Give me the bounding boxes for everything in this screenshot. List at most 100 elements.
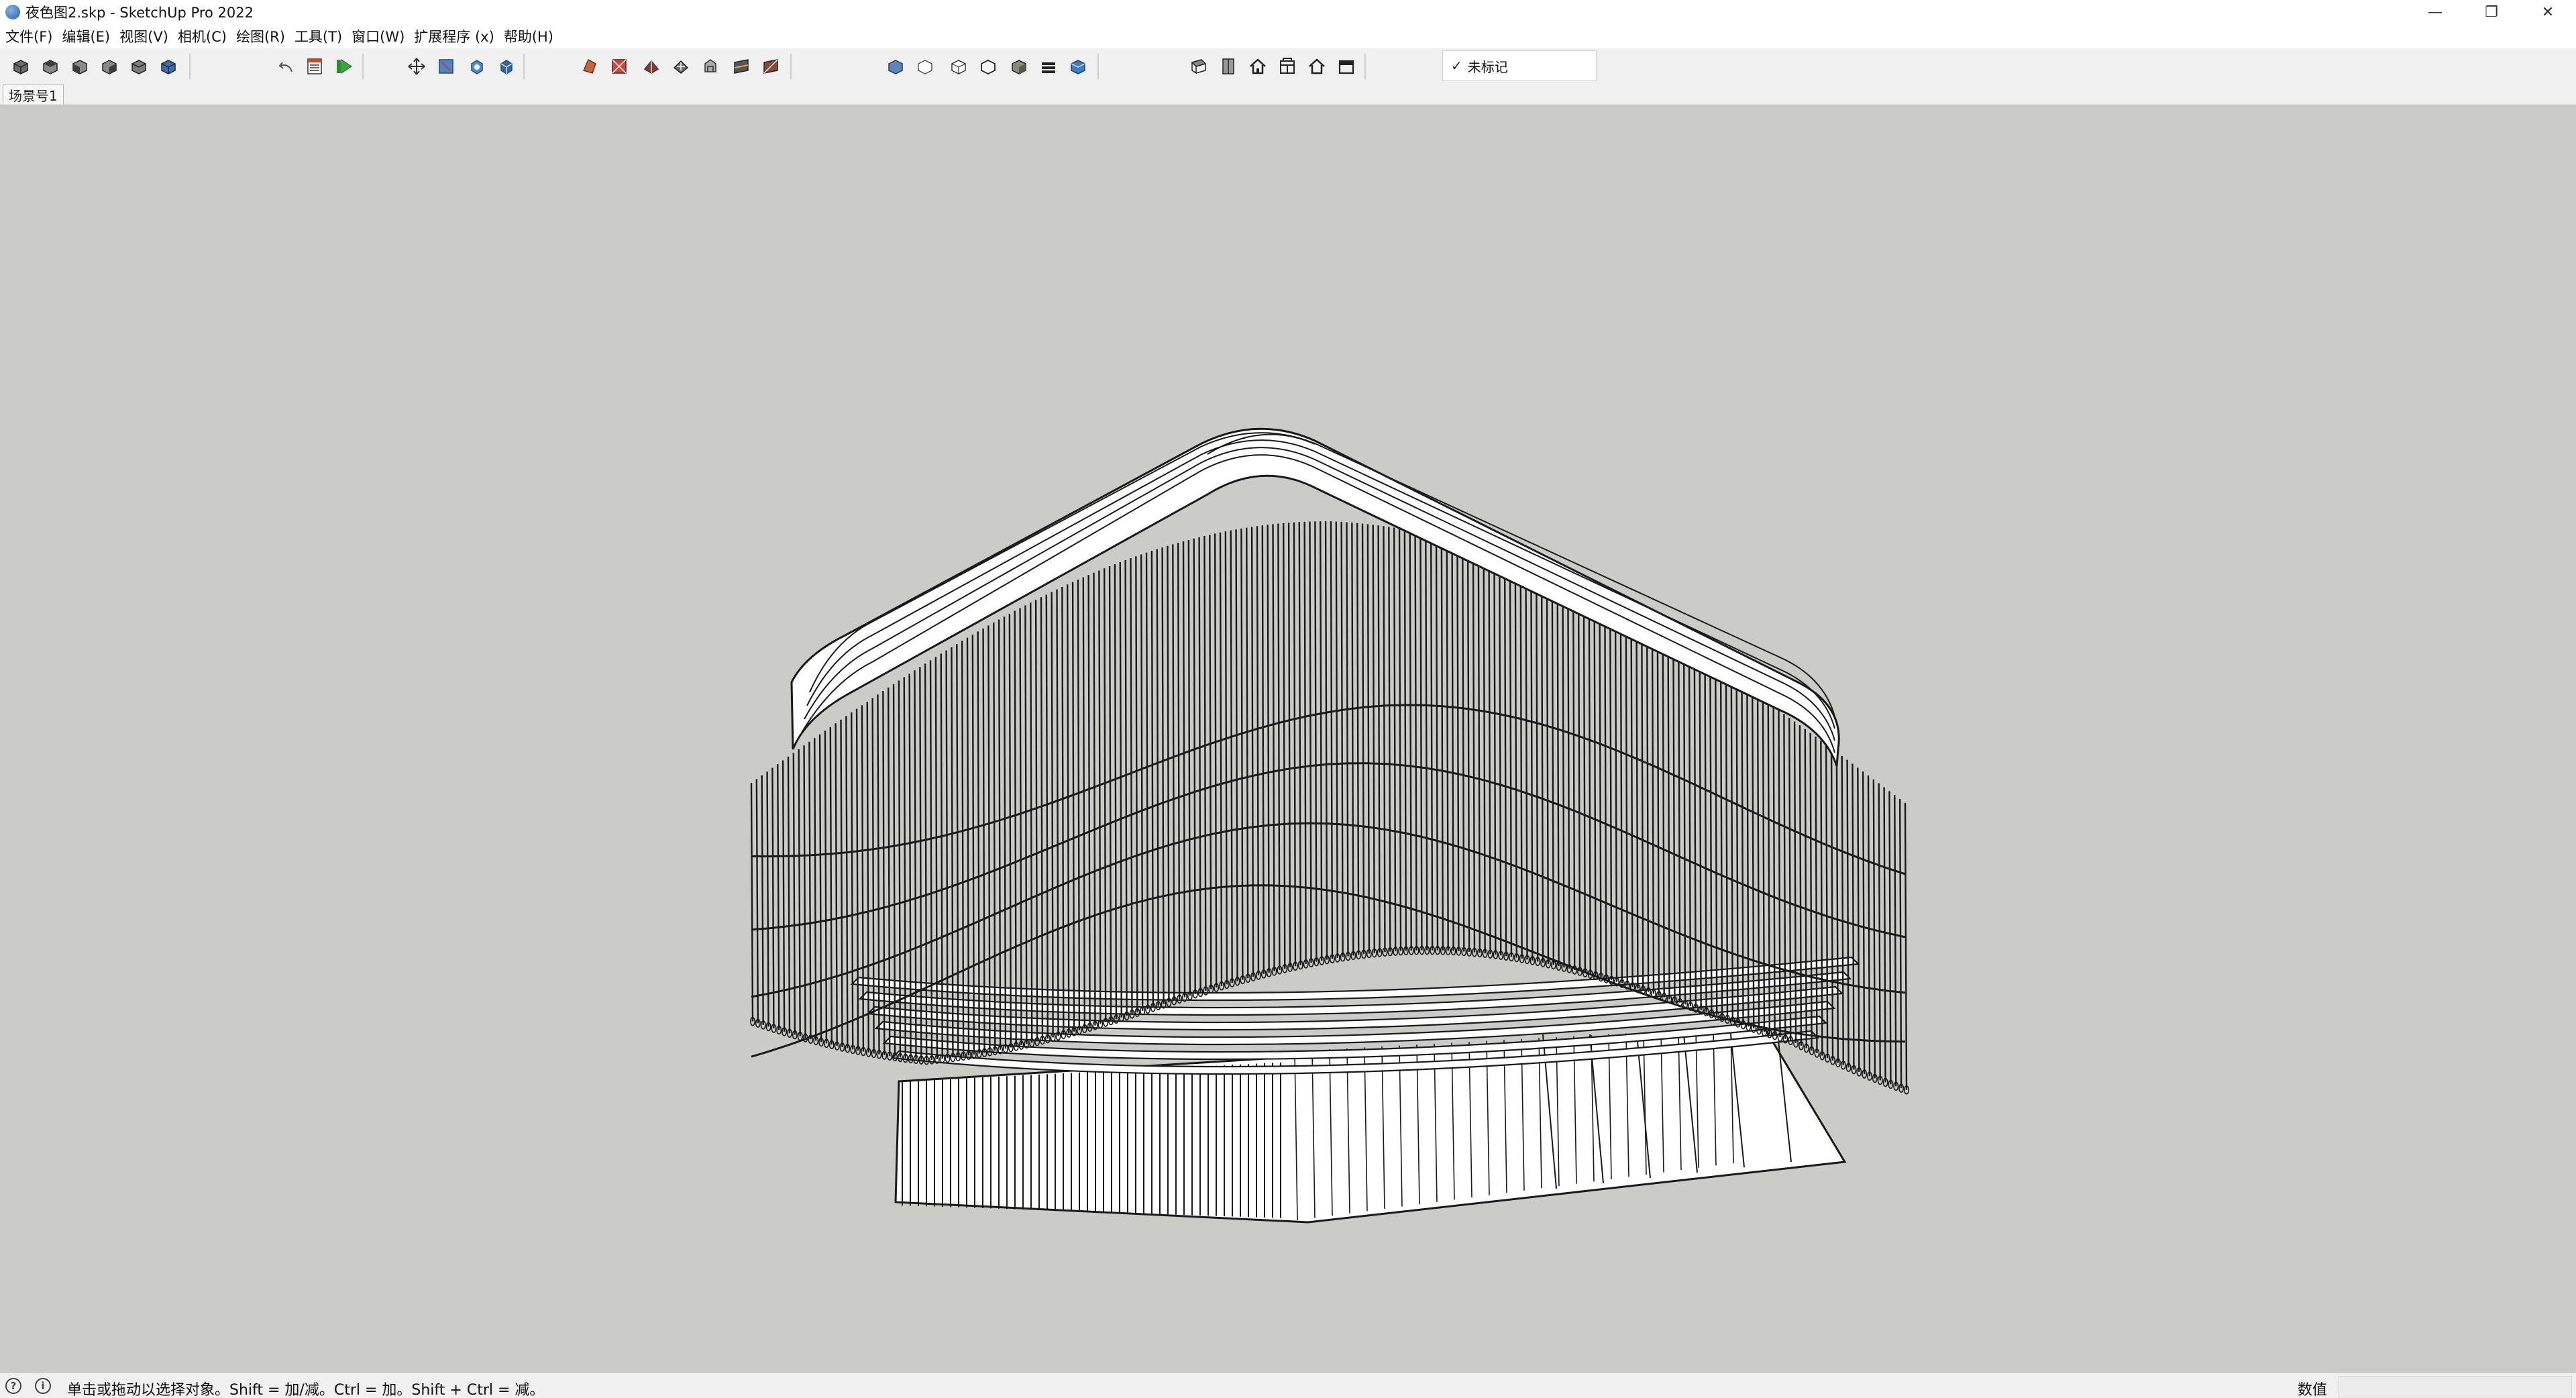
layers-icon[interactable] [1216,54,1241,79]
status-bar: ? i 单击或拖动以选择对象。Shift = 加/减。Ctrl = 加。Shif… [0,1373,2576,1398]
facade-fin [777,764,780,1030]
facade-fin [1356,523,1360,955]
facade-fin [1778,710,1781,1038]
facade-fin [1446,539,1449,951]
menu-tools[interactable]: 工具(T) [290,26,346,46]
share-icon[interactable] [1334,54,1359,79]
facade-fin [1219,532,1223,986]
facade-fin [1156,549,1159,1006]
undo-icon[interactable] [274,54,299,79]
facade-fin [1525,565,1528,960]
minimize-button[interactable]: — [2407,0,2463,24]
eraser-icon[interactable] [606,54,632,79]
facade-fin [1056,589,1059,1036]
home-icon[interactable] [1245,54,1271,79]
box-front-icon[interactable] [8,54,34,79]
walk-icon[interactable] [464,54,490,79]
facade-fin [1330,521,1334,959]
facade-fin [1045,594,1049,1039]
box-top-icon[interactable] [38,54,63,79]
facade-fin [1177,543,1181,1000]
facade-fin [845,716,849,1048]
facade-fin [1725,674,1729,1020]
style-xray-icon[interactable] [883,54,908,79]
help-icon[interactable]: ? [5,1378,21,1394]
rotate-icon[interactable] [698,54,723,79]
paint-icon[interactable] [577,54,602,79]
house-icon[interactable] [1304,54,1330,79]
close-button[interactable]: ✕ [2520,0,2576,24]
drawing-viewport[interactable] [0,105,2576,1373]
facade-fin [1246,527,1249,979]
facade-fin [1067,584,1070,1034]
menu-edit[interactable]: 编辑(E) [58,26,114,46]
style-textured-icon[interactable] [1036,54,1061,79]
facade-fin [1883,787,1886,1083]
facade-fin [1209,535,1212,989]
restore-button[interactable]: ❐ [2463,0,2520,24]
facade-fin [993,622,996,1051]
facade-fin [1093,572,1096,1026]
measurements-label: 数值 [2298,1382,2328,1398]
play-scene-icon[interactable] [331,54,357,79]
component-icon[interactable] [1186,54,1212,79]
facade-fin [1034,600,1038,1042]
facade-fin [1008,613,1012,1048]
scene-tab-bar: 场景号1 [0,85,2576,105]
facade-fin [1014,610,1017,1046]
style-mono-icon[interactable] [1065,54,1091,79]
menu-help[interactable]: 帮助(H) [500,26,557,46]
menu-extensions[interactable]: 扩展程序 (x) [410,26,498,46]
style-shaded-icon[interactable] [1006,54,1032,79]
style-outline-icon[interactable] [975,54,1001,79]
box-left-icon[interactable] [126,54,152,79]
tag-dropdown[interactable]: ✓ 未标记 [1442,50,1597,81]
box-iso-icon[interactable] [156,54,181,79]
tag-label: 未标记 [1467,58,1508,75]
box-right-icon[interactable] [67,54,93,79]
facade-fin [1519,563,1523,959]
facade-fin [1293,522,1297,967]
facade-fin [835,723,838,1046]
facade-fin [1309,521,1312,963]
facade-fin [1419,533,1423,951]
facade-fin [1283,523,1286,969]
facade-fin [1572,586,1576,970]
facade-fin [755,779,759,1024]
outliner-icon[interactable] [302,54,327,79]
facade-fin [1752,692,1755,1029]
menu-view[interactable]: 视图(V) [115,26,172,46]
facade-fin [1894,795,1897,1087]
zoom-extents-icon[interactable] [433,54,459,79]
pushpull-icon[interactable] [639,54,664,79]
facade-fin [1414,531,1417,951]
scene-tab[interactable]: 场景号1 [3,85,64,104]
style-wire-icon[interactable] [912,54,938,79]
facade-fin [1593,596,1597,976]
warehouse-icon[interactable] [1275,54,1300,79]
facade-fin [855,708,859,1051]
info-icon[interactable]: i [35,1378,51,1394]
menu-draw[interactable]: 绘图(R) [232,26,289,46]
orbit-icon[interactable] [404,54,429,79]
facade-fin [1061,586,1065,1035]
section-display-icon[interactable] [758,54,784,79]
measurements-input[interactable] [2339,1376,2572,1397]
facade-fin [1456,541,1460,951]
view-3d-icon[interactable] [494,54,519,79]
box-back-icon[interactable] [97,54,122,79]
menu-window[interactable]: 窗口(W) [347,26,409,46]
facade-fin [1277,523,1281,970]
facade-fin [1783,714,1786,1039]
check-icon: ✓ [1451,58,1462,74]
facade-fin [1609,604,1613,981]
menu-file[interactable]: 文件(F) [1,26,56,46]
menu-camera[interactable]: 相机(C) [174,26,231,46]
facade-fin [808,741,812,1040]
move-icon[interactable] [668,54,694,79]
facade-fin [1509,559,1513,957]
facade-fin [1804,729,1807,1048]
style-hidden-icon[interactable] [946,54,971,79]
section-icon[interactable] [729,54,754,79]
facade-fin [1182,541,1186,998]
